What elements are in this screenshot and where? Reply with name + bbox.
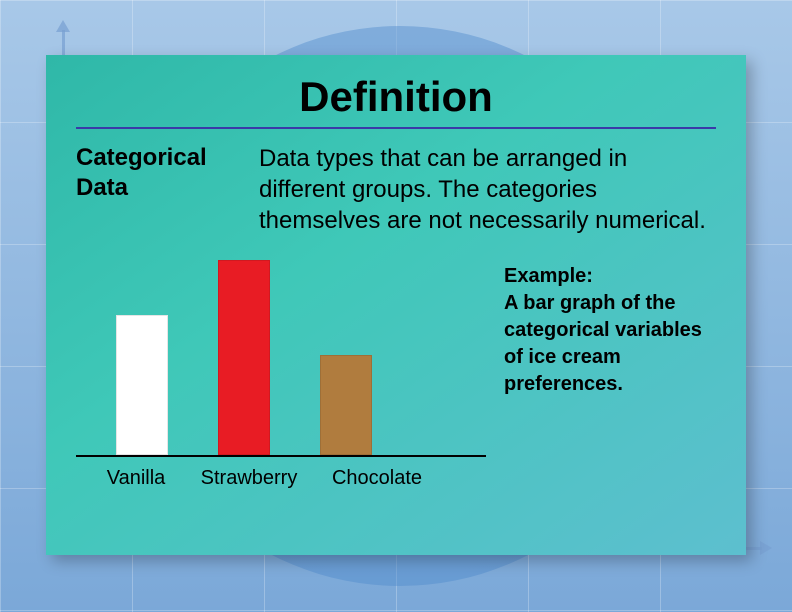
label-strawberry: Strawberry [194,467,304,490]
definition-row: Categorical Data Data types that can be … [76,143,716,237]
lower-section: Vanilla Strawberry Chocolate Example: A … [76,257,716,490]
bar-strawberry [218,260,270,455]
label-vanilla: Vanilla [96,467,176,490]
term-description: Data types that can be arranged in diffe… [259,143,716,237]
bar-chocolate [320,355,372,455]
bar-vanilla [116,315,168,455]
divider [76,127,716,129]
bar-labels: Vanilla Strawberry Chocolate [76,457,486,490]
bar-chart: Vanilla Strawberry Chocolate [76,257,486,490]
label-chocolate: Chocolate [322,467,432,490]
term-label: Categorical Data [76,143,241,237]
card-title: Definition [76,73,716,121]
example-text: Example: A bar graph of the categorical … [504,257,716,490]
definition-card: Definition Categorical Data Data types t… [46,55,746,555]
bars-container [76,257,486,457]
